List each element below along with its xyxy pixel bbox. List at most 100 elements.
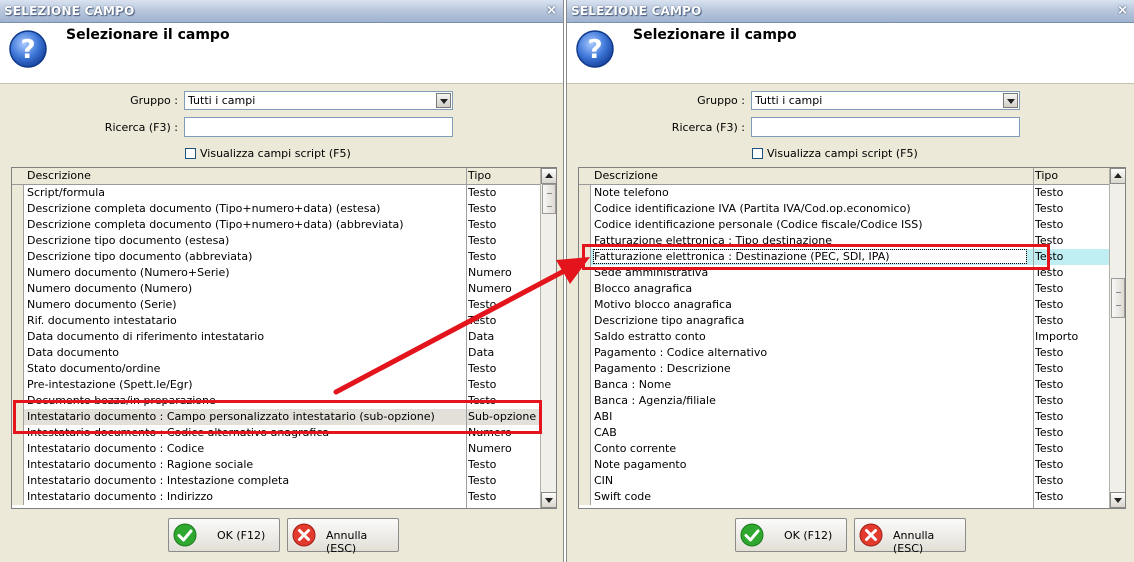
row-indicator[interactable] — [12, 313, 24, 329]
table-row[interactable]: CIN Testo — [579, 473, 1109, 489]
table-row[interactable]: Pagamento : Codice alternativo Testo — [579, 345, 1109, 361]
row-indicator[interactable] — [12, 249, 24, 265]
table-row[interactable]: Numero documento (Serie) Testo — [12, 297, 540, 313]
row-indicator[interactable] — [579, 361, 591, 377]
search-input[interactable] — [184, 117, 453, 137]
table-row[interactable]: Conto corrente Testo — [579, 441, 1109, 457]
fields-grid[interactable]: Descrizione Tipo Script/formula Testo Desc… — [11, 167, 557, 509]
close-icon[interactable]: × — [1117, 3, 1128, 18]
row-indicator[interactable] — [579, 473, 591, 489]
table-row[interactable]: Intestatario documento : Indirizzo Testo — [12, 489, 540, 505]
table-row[interactable]: Banca : Agenzia/filiale Testo — [579, 393, 1109, 409]
table-row[interactable]: Descrizione tipo anagrafica Testo — [579, 313, 1109, 329]
scroll-thumb[interactable] — [542, 184, 556, 214]
row-indicator[interactable] — [579, 457, 591, 473]
row-indicator[interactable] — [12, 345, 24, 361]
table-row[interactable]: Intestatario documento : Intestazione co… — [12, 473, 540, 489]
row-indicator[interactable] — [12, 457, 24, 473]
row-indicator[interactable] — [579, 185, 591, 201]
table-row[interactable]: Pagamento : Descrizione Testo — [579, 361, 1109, 377]
column-separator[interactable] — [466, 168, 467, 508]
table-row[interactable]: Data documento Data — [12, 345, 540, 361]
title-bar[interactable]: SELEZIONE CAMPO × — [0, 0, 563, 23]
scroll-down-button[interactable] — [1110, 492, 1125, 508]
vertical-scrollbar[interactable] — [540, 168, 556, 508]
row-indicator[interactable] — [579, 409, 591, 425]
table-row[interactable]: Saldo estratto conto Importo — [579, 329, 1109, 345]
column-header-descrizione[interactable]: Descrizione — [594, 169, 658, 182]
table-row[interactable]: CAB Testo — [579, 425, 1109, 441]
fields-grid[interactable]: Descrizione Tipo Note telefono Testo Codic… — [578, 167, 1126, 509]
row-indicator[interactable] — [579, 201, 591, 217]
row-indicator[interactable] — [12, 361, 24, 377]
close-icon[interactable]: × — [546, 3, 557, 18]
row-indicator[interactable] — [12, 297, 24, 313]
row-indicator[interactable] — [579, 441, 591, 457]
chevron-down-icon[interactable] — [1003, 93, 1018, 108]
column-header-descrizione[interactable]: Descrizione — [27, 169, 91, 182]
table-row[interactable]: Codice identificazione personale (Codice… — [579, 217, 1109, 233]
column-separator[interactable] — [1033, 168, 1034, 508]
table-row[interactable]: Banca : Nome Testo — [579, 377, 1109, 393]
table-row[interactable]: Descrizione tipo documento (estesa) Testo — [12, 233, 540, 249]
table-row[interactable]: Script/formula Testo — [12, 185, 540, 201]
row-indicator[interactable] — [12, 473, 24, 489]
row-indicator[interactable] — [12, 329, 24, 345]
ok-button[interactable]: OK (F12) — [168, 518, 280, 552]
table-row[interactable]: Note pagamento Testo — [579, 457, 1109, 473]
table-row[interactable]: Rif. documento intestatario Testo — [12, 313, 540, 329]
cancel-button[interactable]: Annulla (ESC) — [287, 518, 399, 555]
cancel-button[interactable]: Annulla (ESC) — [854, 518, 966, 555]
table-row[interactable]: Blocco anagrafica Testo — [579, 281, 1109, 297]
row-indicator[interactable] — [579, 377, 591, 393]
row-indicator[interactable] — [579, 217, 591, 233]
row-indicator[interactable] — [579, 425, 591, 441]
table-row[interactable]: Data documento di riferimento intestatar… — [12, 329, 540, 345]
search-input[interactable] — [751, 117, 1020, 137]
table-row[interactable]: Descrizione completa documento (Tipo+num… — [12, 201, 540, 217]
row-indicator[interactable] — [12, 441, 24, 457]
column-header-tipo[interactable]: Tipo — [468, 169, 491, 182]
row-indicator[interactable] — [579, 329, 591, 345]
row-indicator[interactable] — [579, 345, 591, 361]
table-row[interactable]: Motivo blocco anagrafica Testo — [579, 297, 1109, 313]
row-indicator[interactable] — [12, 217, 24, 233]
table-row[interactable]: Intestatario documento : Codice Numero — [12, 441, 540, 457]
table-row[interactable]: Note telefono Testo — [579, 185, 1109, 201]
row-indicator[interactable] — [579, 297, 591, 313]
table-row[interactable]: Codice identificazione IVA (Partita IVA/… — [579, 201, 1109, 217]
row-indicator[interactable] — [12, 489, 24, 505]
table-row[interactable]: Intestatario documento : Ragione sociale… — [12, 457, 540, 473]
chevron-down-icon[interactable] — [436, 93, 451, 108]
table-row[interactable]: Descrizione tipo documento (abbreviata) T… — [12, 249, 540, 265]
ok-button[interactable]: OK (F12) — [735, 518, 847, 552]
table-row[interactable]: Numero documento (Numero) Numero — [12, 281, 540, 297]
table-row[interactable]: Stato documento/ordine Testo — [12, 361, 540, 377]
script-fields-checkbox[interactable] — [185, 148, 196, 159]
table-row[interactable]: Pre-intestazione (Spett.le/Egr) Testo — [12, 377, 540, 393]
row-indicator[interactable] — [579, 313, 591, 329]
row-indicator[interactable] — [12, 185, 24, 201]
scroll-up-button[interactable] — [541, 168, 556, 184]
group-select[interactable]: Tutti i campi — [751, 91, 1020, 110]
row-indicator[interactable] — [12, 377, 24, 393]
group-select[interactable]: Tutti i campi — [184, 91, 453, 110]
table-row[interactable]: ABI Testo — [579, 409, 1109, 425]
row-indicator[interactable] — [12, 201, 24, 217]
row-indicator[interactable] — [12, 265, 24, 281]
vertical-scrollbar[interactable] — [1109, 168, 1125, 508]
scroll-up-button[interactable] — [1110, 168, 1125, 184]
row-indicator[interactable] — [12, 281, 24, 297]
scroll-down-button[interactable] — [541, 492, 556, 508]
row-indicator[interactable] — [579, 489, 591, 505]
column-header-tipo[interactable]: Tipo — [1035, 169, 1058, 182]
table-row[interactable]: Numero documento (Numero+Serie) Numero — [12, 265, 540, 281]
script-fields-checkbox[interactable] — [752, 148, 763, 159]
table-row[interactable]: Swift code Testo — [579, 489, 1109, 505]
row-indicator[interactable] — [12, 233, 24, 249]
scroll-thumb[interactable] — [1111, 278, 1125, 318]
row-indicator[interactable] — [579, 393, 591, 409]
row-indicator[interactable] — [579, 281, 591, 297]
title-bar[interactable]: SELEZIONE CAMPO × — [567, 0, 1134, 23]
table-row[interactable]: Descrizione completa documento (Tipo+num… — [12, 217, 540, 233]
